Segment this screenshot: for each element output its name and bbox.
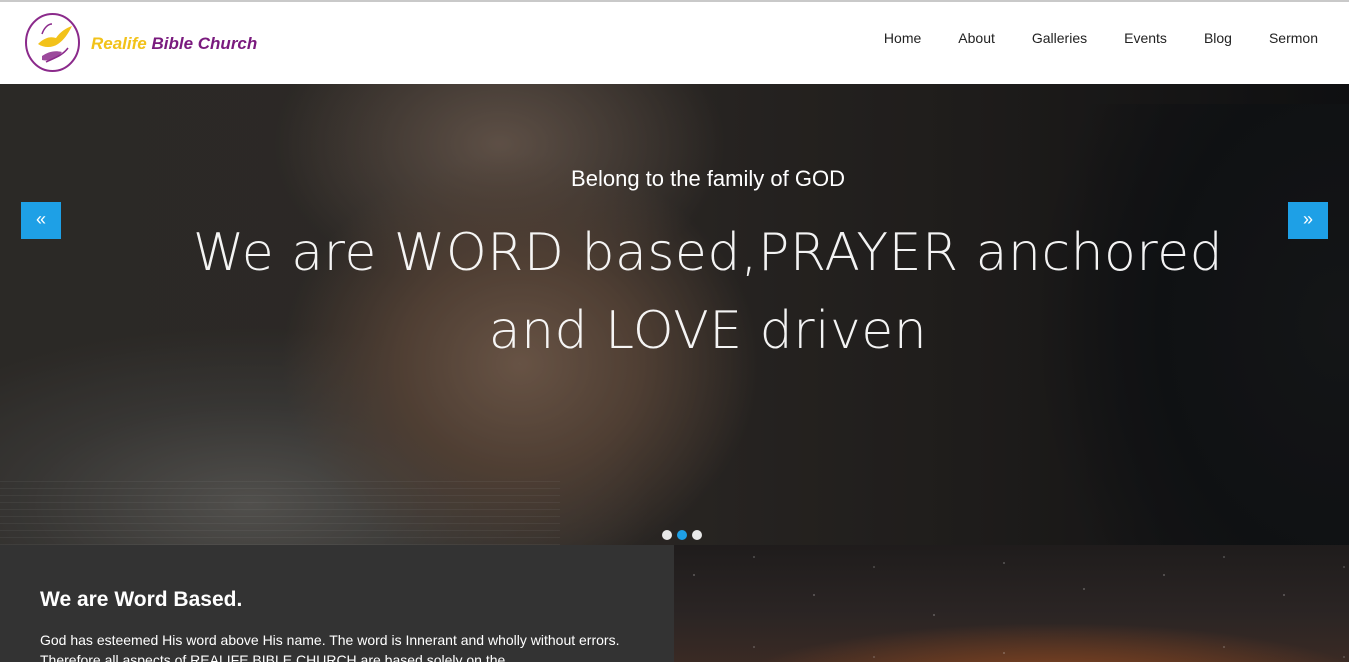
- double-chevron-right-icon: »: [1302, 209, 1313, 229]
- brand-name: Realife Bible Church: [91, 34, 257, 54]
- slider-dots: [662, 530, 707, 540]
- nav-blog[interactable]: Blog: [1204, 30, 1232, 46]
- nav-home[interactable]: Home: [884, 30, 921, 46]
- site-header: Realife Bible Church Home About Gallerie…: [0, 2, 1349, 84]
- slider-dot-3[interactable]: [692, 530, 702, 540]
- feature-image-night-sky: [674, 545, 1349, 662]
- hero-slider: Belong to the family of GOD We are WORD …: [0, 84, 1349, 545]
- hero-title-line1: We are WORD based,PRAYER anchored: [192, 223, 1224, 283]
- feature-text: God has esteemed His word above His name…: [40, 632, 620, 662]
- nav-galleries[interactable]: Galleries: [1032, 30, 1087, 46]
- slider-dot-2[interactable]: [677, 530, 687, 540]
- logo-link[interactable]: Realife Bible Church: [24, 12, 257, 73]
- brand-name-part2: Bible Church: [151, 33, 258, 53]
- double-chevron-left-icon: «: [35, 209, 46, 229]
- slider-next-button[interactable]: »: [1288, 202, 1328, 239]
- hero-title-line2: and LOVE driven: [488, 301, 928, 361]
- hero-title: We are WORD based,PRAYER anchored and LO…: [150, 214, 1266, 370]
- brand-name-part1: Realife: [91, 33, 147, 53]
- slider-dot-1[interactable]: [662, 530, 672, 540]
- nav-sermon[interactable]: Sermon: [1269, 30, 1318, 46]
- hero-subtitle: Belong to the family of GOD: [571, 166, 845, 191]
- slider-prev-button[interactable]: «: [21, 202, 61, 239]
- feature-heading: We are Word Based.: [40, 588, 243, 611]
- dove-logo-icon: [25, 13, 80, 72]
- feature-word-based: We are Word Based. God has esteemed His …: [0, 545, 674, 662]
- main-nav: Home About Galleries Events Blog Sermon: [847, 30, 1318, 46]
- stars-background: [674, 545, 1349, 662]
- nav-events[interactable]: Events: [1124, 30, 1167, 46]
- nav-about[interactable]: About: [958, 30, 995, 46]
